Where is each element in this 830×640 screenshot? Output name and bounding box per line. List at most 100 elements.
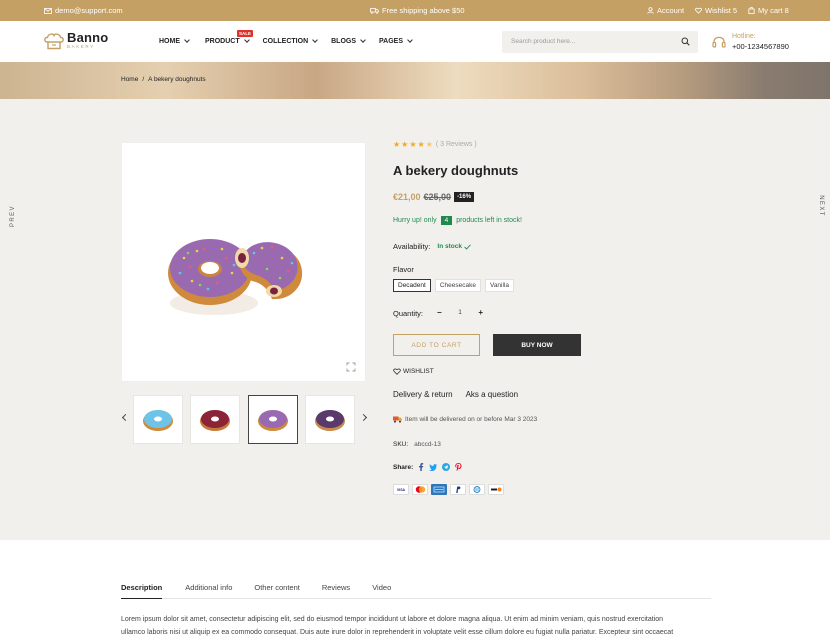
mastercard-icon [412,484,428,495]
dark-doughnut-thumbnail [315,409,345,431]
expand-icon[interactable] [346,362,356,372]
site-logo[interactable]: Banno BAKERY [44,30,109,50]
delivery-text: Item will be delivered on or before Mar … [405,416,538,423]
wishlist-label: Wishlist 5 [705,6,738,15]
nav-item-collection[interactable]: COLLECTION [262,37,318,45]
hotline-number: +00-1234567890 [732,42,789,51]
increase-quantity-button[interactable]: + [474,308,487,317]
old-price: €25,00 [423,192,452,202]
product-title: A bekery doughnuts [393,163,519,178]
thumbnail-2[interactable] [190,395,240,444]
delivery-note: Item will be delivered on or before Mar … [393,416,537,423]
nav-item-product[interactable]: PRODUCT SALE [205,30,254,45]
account-link[interactable]: Account [647,6,684,15]
description-text: Lorem ipsum dolor sit amet, consectetur … [121,613,721,639]
payment-methods: VISA [393,484,504,495]
blue-doughnut-thumbnail [143,409,173,431]
top-bar: demo@support.com Free shipping above $50… [0,0,830,21]
tab-video[interactable]: Video [372,583,391,598]
twitter-icon[interactable] [429,463,438,471]
thumbnail-4[interactable] [305,395,355,444]
product-main-image[interactable] [121,142,366,382]
user-icon [647,7,654,14]
shipping-notice: Free shipping above $50 [370,6,465,15]
star-icon: ★ [393,140,401,149]
cart-label: My cart 8 [758,6,789,15]
nav-item-blogs[interactable]: BLOGS [331,37,366,45]
current-price: €21,00 [393,192,421,202]
chevron-right-icon[interactable] [359,413,368,422]
wishlist-link[interactable]: Wishlist 5 [695,6,737,15]
nav-item-pages[interactable]: PAGES [379,37,413,45]
tab-reviews[interactable]: Reviews [322,583,350,598]
star-icon: ★ [409,140,417,149]
chevron-down-icon [360,37,366,43]
hotline[interactable]: Hotline: +00-1234567890 [712,32,789,52]
mail-icon [44,7,52,14]
flavor-option-cheesecake[interactable]: Cheesecake [434,279,481,292]
discount-badge: -16% [454,192,475,202]
support-email[interactable]: demo@support.com [44,6,123,15]
nav-blogs-label: BLOGS [331,38,357,45]
cart-link[interactable]: My cart 8 [748,6,789,15]
star-icon: ★ [401,140,409,149]
product-info: ★ ★ ★ ★ ★ ( 3 Reviews ) A bekery doughnu… [393,140,713,495]
add-to-cart-button[interactable]: ADD TO CART [393,334,480,356]
logo-name: Banno [67,30,109,45]
tab-other-content[interactable]: Other content [254,583,299,598]
share-row: Share: [393,463,462,471]
sku: SKU: abccd-13 [393,441,441,448]
visa-label: VISA [396,487,406,492]
search-input[interactable]: Search product here... [511,38,575,45]
tab-description[interactable]: Description [121,583,163,599]
tab-additional-info[interactable]: Additional info [185,583,232,598]
quantity-value[interactable]: 1 [458,309,462,316]
thumbnail-1[interactable] [133,395,183,444]
account-label: Account [657,6,685,15]
nav-item-home[interactable]: HOME [159,37,190,45]
breadcrumb-home[interactable]: Home [121,76,138,83]
info-links: Delivery & return Aks a question [393,390,518,399]
flavor-option-decadent[interactable]: Decadent [393,279,431,292]
pinterest-icon[interactable] [455,463,462,471]
check-icon [464,243,471,250]
paypal-icon [450,484,466,495]
stock-suffix: products left in stock! [456,217,522,224]
reviews-count[interactable]: ( 3 Reviews ) [436,141,477,148]
facebook-icon[interactable] [418,463,424,471]
stock-notice: Hurry up! only 4 products left in stock! [393,216,522,225]
flavor-option-vanilla[interactable]: Vanilla [484,279,514,292]
prev-product-link[interactable]: PREV [10,205,16,227]
next-product-link[interactable]: NEXT [818,195,824,217]
telegram-icon[interactable] [442,463,451,471]
amex-logo [433,486,445,493]
search-icon[interactable] [681,37,690,46]
chevron-down-icon [407,37,413,43]
diners-logo [473,486,481,493]
sku-label: SKU: [393,441,409,448]
quantity-label: Quantity: [393,309,424,318]
add-to-wishlist-button[interactable]: WISHLIST [393,368,434,375]
truck-icon [393,416,402,423]
bakery-logo-icon [44,32,64,49]
wishlist-button-label: WISHLIST [403,368,434,375]
buy-now-button[interactable]: BUY NOW [493,334,581,356]
product-details-section: Description Additional info Other conten… [0,540,830,640]
bag-icon [748,7,755,14]
delivery-return-link[interactable]: Delivery & return [393,390,453,399]
heart-icon [393,368,401,375]
decrease-quantity-button[interactable]: − [433,308,446,317]
support-email-text: demo@support.com [55,6,123,15]
breadcrumb-separator: / [142,76,145,83]
diners-icon [469,484,485,495]
thumbnail-3[interactable] [248,395,298,444]
flavor-label: Flavor [393,265,414,274]
nav-collection-label: COLLECTION [262,38,309,45]
hotline-label: Hotline: [732,33,756,40]
availability: Availability: In stock [393,242,471,251]
search-bar[interactable]: Search product here... [502,31,698,53]
chevron-left-icon[interactable] [121,413,130,422]
ask-question-link[interactable]: Aks a question [466,390,518,399]
headset-icon [712,36,726,48]
heart-icon [695,7,702,14]
